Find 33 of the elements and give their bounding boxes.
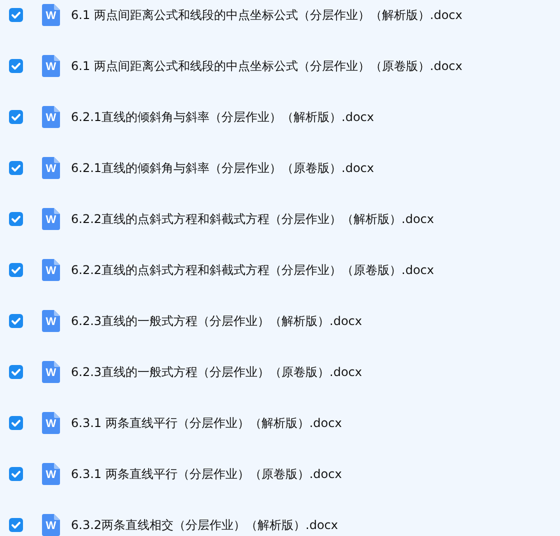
word-document-icon: W — [42, 463, 60, 485]
checkbox[interactable] — [9, 8, 23, 22]
checkbox[interactable] — [9, 314, 23, 328]
word-document-icon: W — [42, 412, 60, 434]
file-name[interactable]: 6.2.3直线的一般式方程（分层作业）（原卷版）.docx — [71, 364, 362, 380]
checkbox[interactable] — [9, 263, 23, 277]
file-name[interactable]: 6.2.2直线的点斜式方程和斜截式方程（分层作业）（解析版）.docx — [71, 210, 434, 228]
checkbox[interactable] — [9, 467, 23, 481]
word-document-icon: W — [42, 55, 60, 77]
file-name[interactable]: 6.2.2直线的点斜式方程和斜截式方程（分层作业）（原卷版）.docx — [71, 262, 434, 278]
checkbox[interactable] — [9, 110, 23, 124]
checkbox[interactable] — [9, 416, 23, 430]
file-name[interactable]: 6.3.1 两条直线平行（分层作业）（原卷版）.docx — [71, 466, 342, 482]
word-document-icon: W — [42, 310, 60, 332]
checkbox[interactable] — [9, 59, 23, 73]
word-document-icon: W — [42, 4, 60, 26]
word-document-icon: W — [42, 208, 60, 230]
word-document-icon: W — [42, 361, 60, 383]
word-document-icon: W — [42, 106, 60, 128]
file-name[interactable]: 6.1 两点间距离公式和线段的中点坐标公式（分层作业）（解析版）.docx — [71, 6, 462, 24]
file-name[interactable]: 6.1 两点间距离公式和线段的中点坐标公式（分层作业）（原卷版）.docx — [71, 58, 462, 74]
checkbox[interactable] — [9, 365, 23, 379]
word-document-icon: W — [42, 514, 60, 536]
checkbox[interactable] — [9, 518, 23, 532]
checkbox[interactable] — [9, 161, 23, 175]
word-document-icon: W — [42, 157, 60, 179]
file-name[interactable]: 6.2.1直线的倾斜角与斜率（分层作业）（解析版）.docx — [71, 108, 374, 126]
file-name[interactable]: 6.2.1直线的倾斜角与斜率（分层作业）（原卷版）.docx — [71, 160, 374, 176]
word-document-icon: W — [42, 259, 60, 281]
file-name[interactable]: 6.3.1 两条直线平行（分层作业）（解析版）.docx — [71, 414, 342, 432]
file-name[interactable]: 6.3.2两条直线相交（分层作业）（解析版）.docx — [71, 516, 338, 534]
file-name[interactable]: 6.2.3直线的一般式方程（分层作业）（解析版）.docx — [71, 312, 362, 330]
checkbox[interactable] — [9, 212, 23, 226]
